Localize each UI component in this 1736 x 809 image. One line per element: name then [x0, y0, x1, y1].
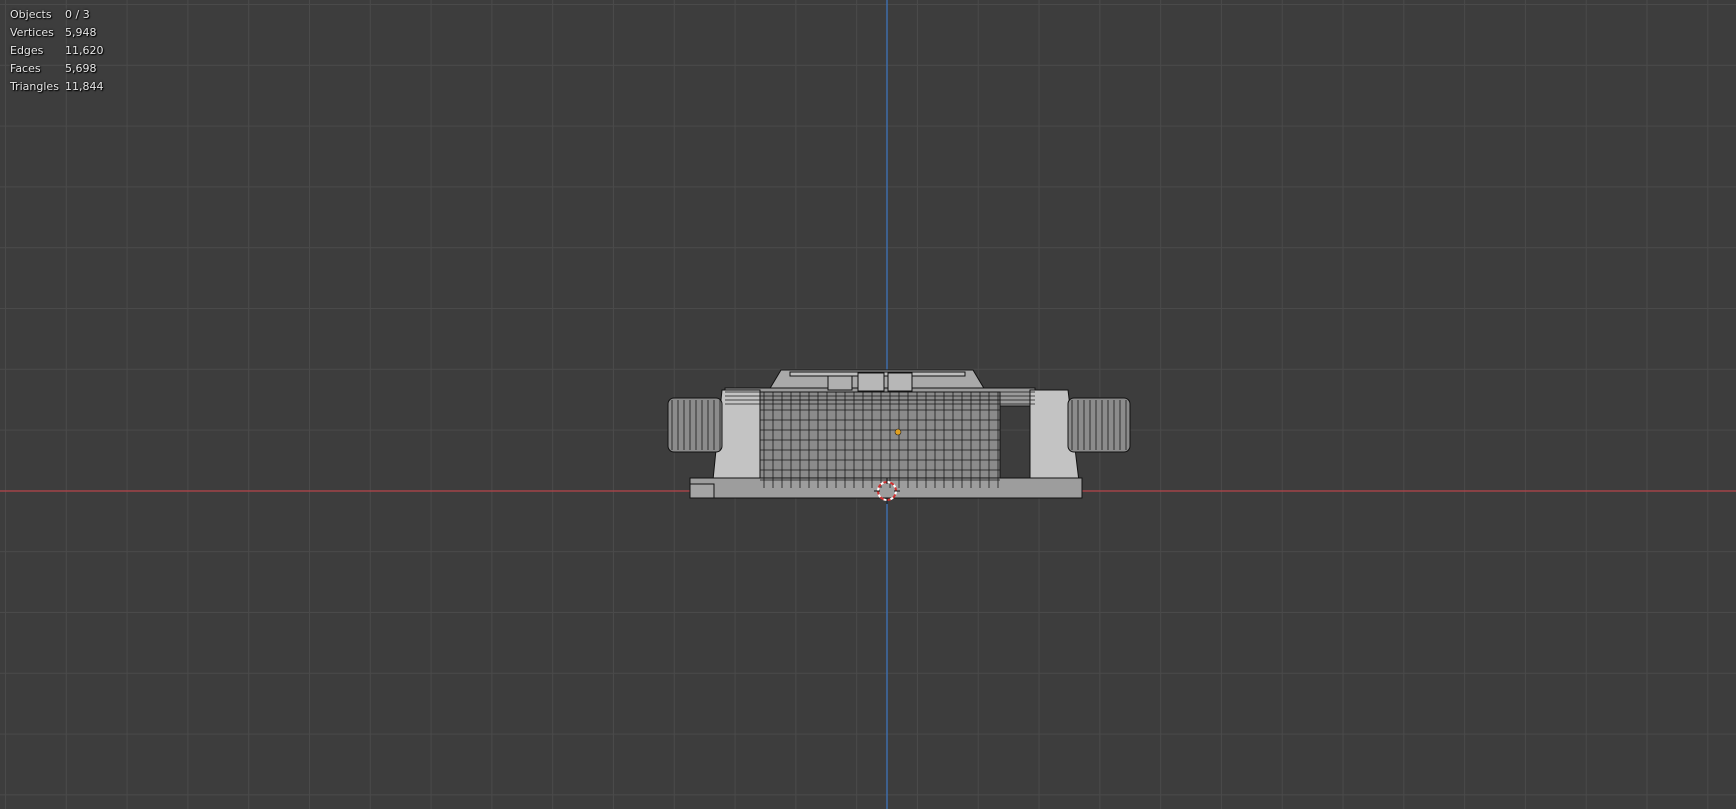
object-origin-dot: [894, 428, 902, 436]
stat-label: Vertices: [10, 26, 54, 39]
mesh-left-foot: [689, 483, 715, 499]
stat-row-vertices: Vertices 5,948: [10, 24, 104, 42]
mesh-top-box-3: [827, 375, 853, 391]
mesh-base-plate: [689, 477, 1083, 499]
stat-label: Edges: [10, 44, 44, 57]
stat-label: Faces: [10, 62, 41, 75]
stat-row-objects: Objects 0 / 3: [10, 6, 104, 24]
stat-row-faces: Faces 5,698: [10, 60, 104, 78]
stat-value: 5,698: [65, 62, 97, 75]
stat-value: 11,620: [65, 44, 104, 57]
stat-label: Triangles: [10, 80, 59, 93]
mesh-top-box-2: [887, 372, 913, 392]
stat-value: 0 / 3: [65, 8, 90, 21]
mesh-top-box-1: [857, 372, 885, 392]
stat-row-edges: Edges 11,620: [10, 42, 104, 60]
stat-value: 11,844: [65, 80, 104, 93]
stat-label: Objects: [10, 8, 52, 21]
scene-statistics-overlay: Objects 0 / 3 Vertices 5,948 Edges 11,62…: [10, 6, 104, 96]
stat-value: 5,948: [65, 26, 97, 39]
mesh-right-cylinder: [1067, 397, 1131, 453]
3d-viewport[interactable]: Objects 0 / 3 Vertices 5,948 Edges 11,62…: [0, 0, 1736, 809]
stat-row-triangles: Triangles 11,844: [10, 78, 104, 96]
viewport-canvas[interactable]: [0, 0, 1736, 809]
